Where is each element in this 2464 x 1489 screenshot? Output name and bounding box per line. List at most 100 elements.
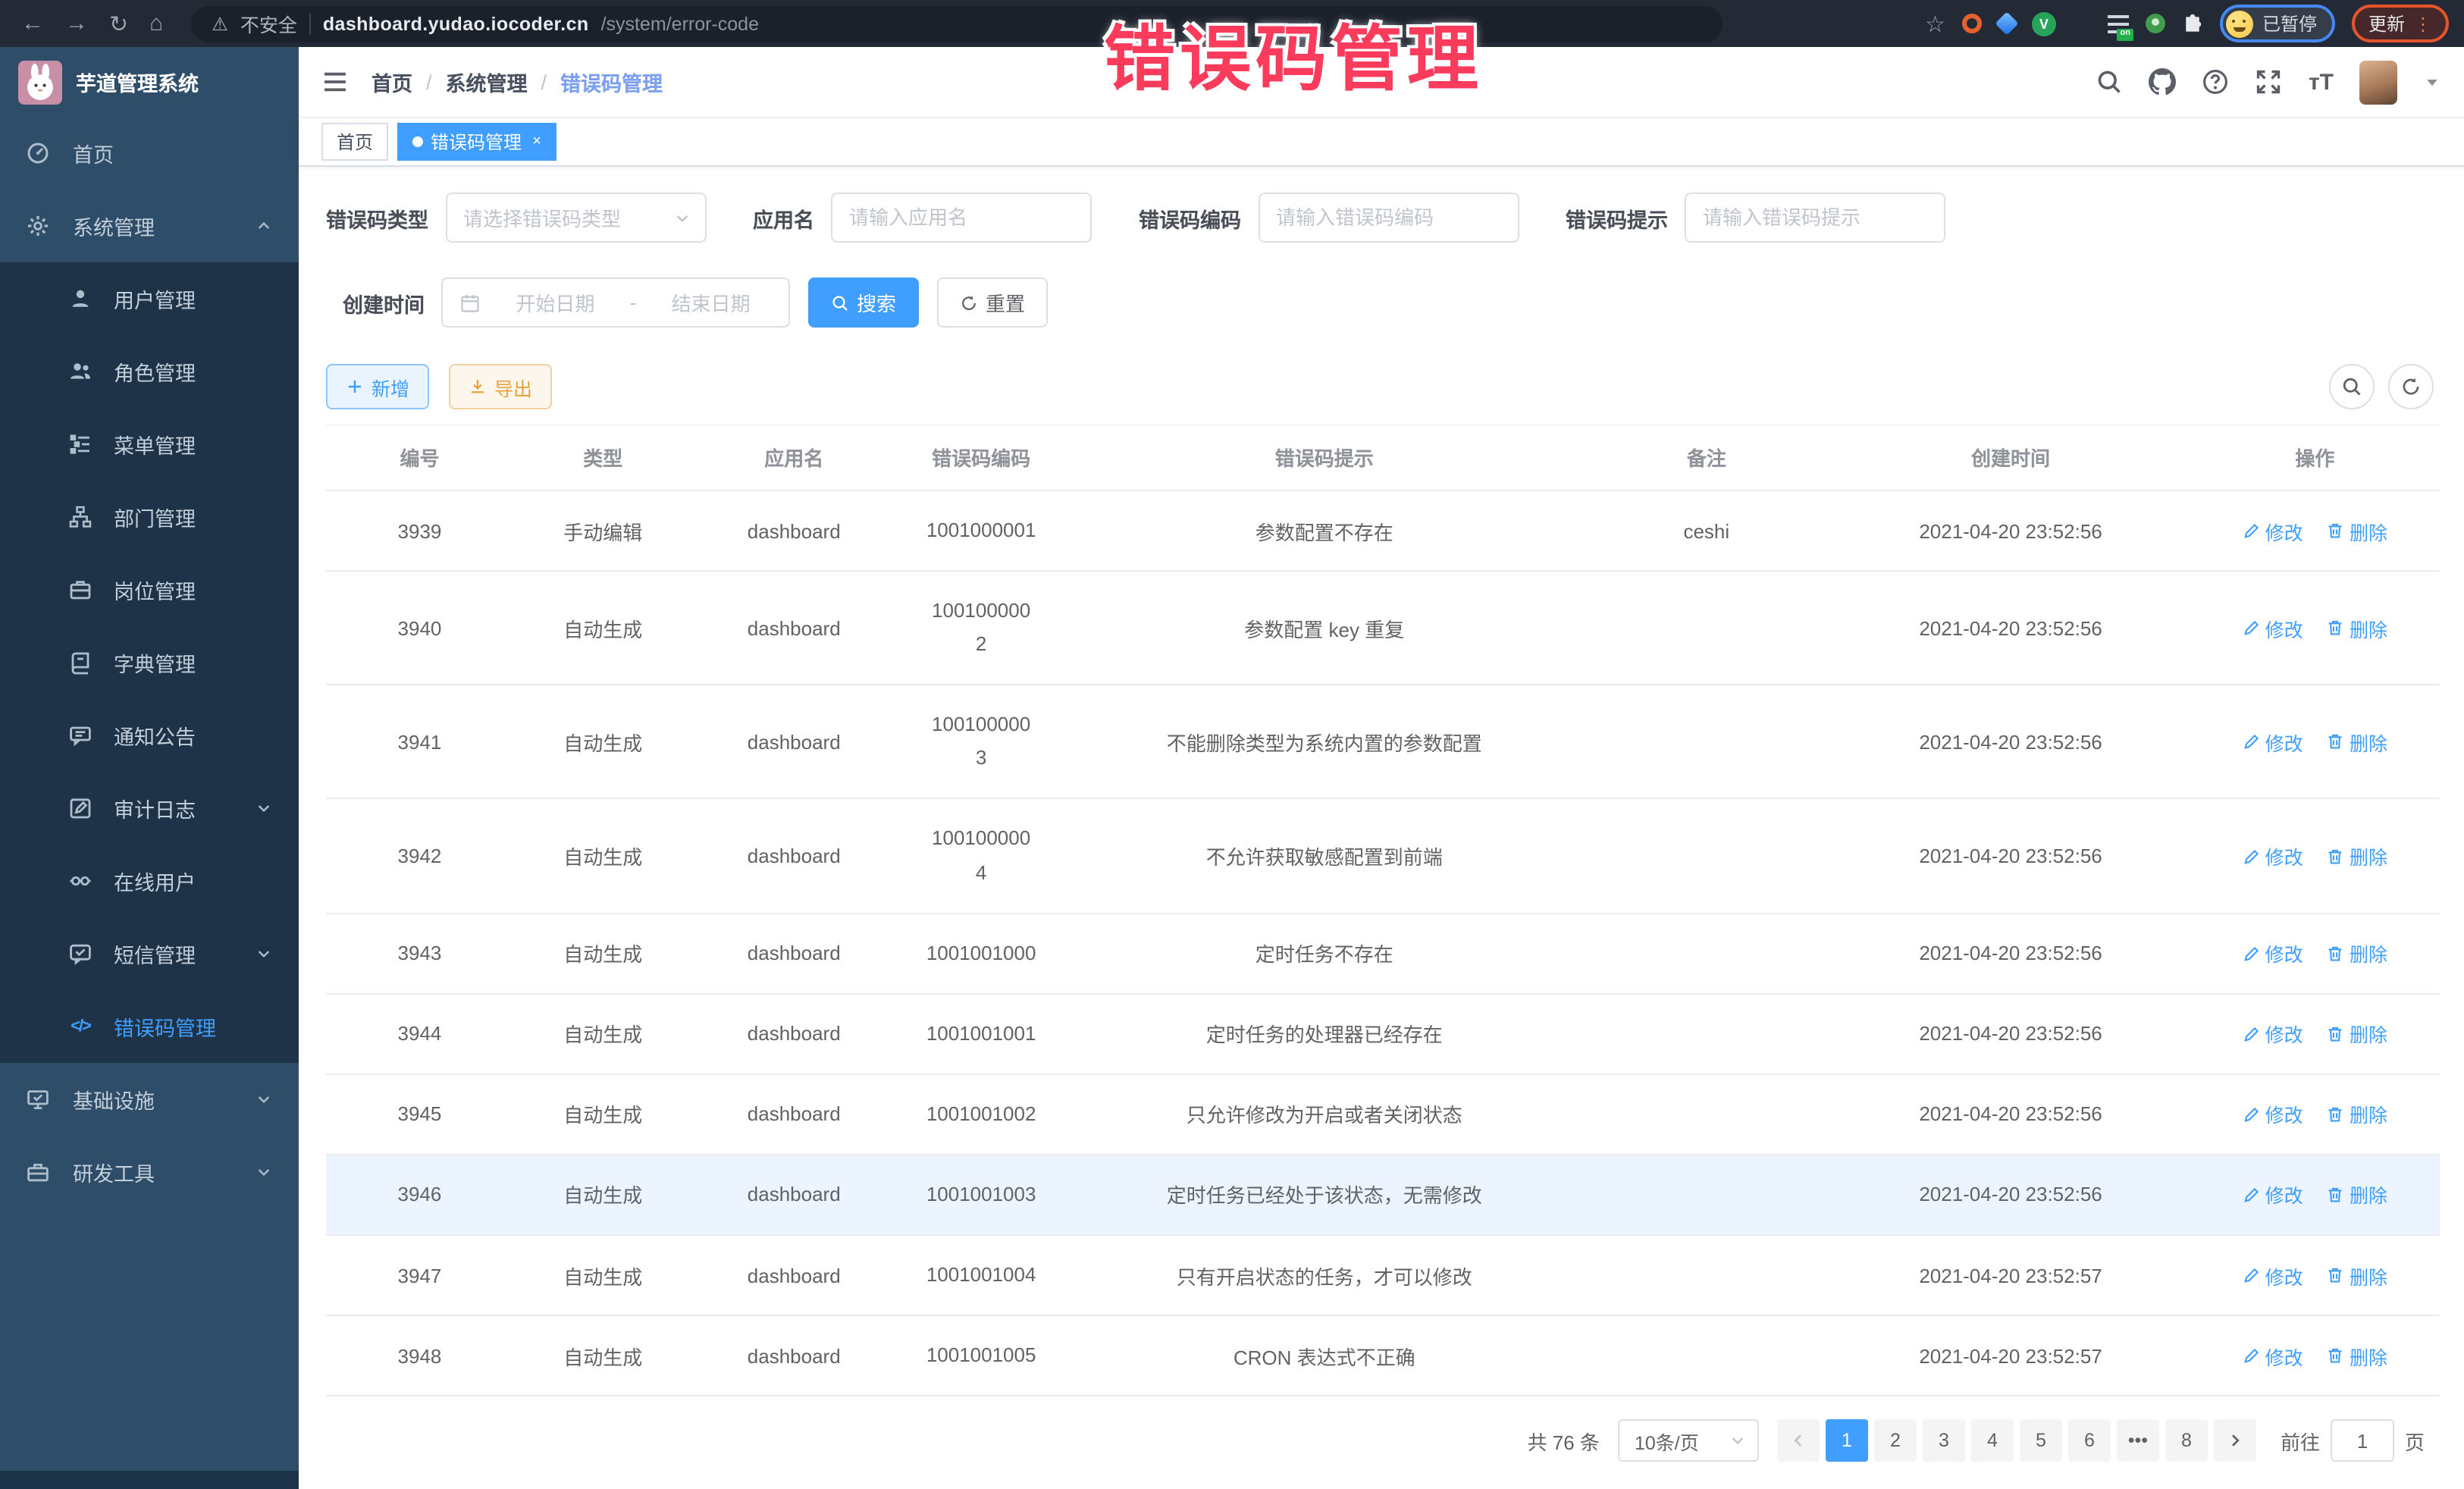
extension-list-on-icon[interactable]: on	[2108, 13, 2129, 34]
user-avatar[interactable]	[2359, 60, 2397, 104]
page-button-5[interactable]: 5	[2020, 1419, 2062, 1462]
table-row[interactable]: 3943 自动生成 dashboard 1001001000 定时任务不存在 2…	[326, 913, 2440, 993]
profile-paused-chip[interactable]: 已暂停	[2220, 5, 2335, 42]
extension-grid-icon[interactable]	[2073, 14, 2091, 33]
edit-link[interactable]: 修改	[2243, 728, 2303, 757]
error-code-input[interactable]	[1258, 193, 1519, 243]
table-row-hovered[interactable]: 3946 自动生成 dashboard 1001001003 定时任务已经处于该…	[326, 1155, 2440, 1235]
page-button-4[interactable]: 4	[1971, 1419, 2014, 1462]
sidebar-item-audit-log[interactable]: 审计日志	[0, 772, 299, 845]
sidebar-item-sms-management[interactable]: 短信管理	[0, 917, 299, 990]
sidebar-item-home[interactable]: 首页	[0, 117, 299, 190]
edit-link[interactable]: 修改	[2243, 1180, 2303, 1209]
edit-link[interactable]: 修改	[2243, 1261, 2303, 1290]
fullscreen-icon[interactable]	[2256, 68, 2283, 96]
edit-link[interactable]: 修改	[2243, 842, 2303, 870]
add-button[interactable]: 新增	[326, 364, 429, 409]
page-button-1[interactable]: 1	[1826, 1419, 1868, 1462]
extension-green-person-icon[interactable]	[2146, 14, 2165, 33]
page-button-3[interactable]: 3	[1923, 1419, 1965, 1462]
tab-home[interactable]: 首页	[321, 123, 388, 161]
more-pages-button[interactable]: •••	[2117, 1419, 2159, 1462]
reset-button[interactable]: 重置	[937, 277, 1048, 328]
delete-link[interactable]: 删除	[2327, 1261, 2387, 1290]
sidebar-item-system-management[interactable]: 系统管理	[0, 190, 299, 262]
delete-link[interactable]: 删除	[2327, 728, 2387, 757]
toggle-search-button[interactable]	[2329, 364, 2375, 409]
sidebar-item-notice[interactable]: 通知公告	[0, 699, 299, 772]
edit-link[interactable]: 修改	[2243, 1100, 2303, 1129]
help-icon[interactable]	[2202, 68, 2230, 96]
close-tab-icon[interactable]: ×	[532, 133, 541, 150]
table-row[interactable]: 3948 自动生成 dashboard 1001001005 CRON 表达式不…	[326, 1315, 2440, 1396]
next-page-button[interactable]	[2214, 1419, 2256, 1462]
delete-link[interactable]: 删除	[2327, 1020, 2387, 1049]
delete-link[interactable]: 删除	[2327, 1100, 2387, 1129]
page-size-select[interactable]: 10条/页	[1618, 1419, 1759, 1462]
extension-orange-ring-icon[interactable]	[1962, 14, 1982, 33]
edit-link[interactable]: 修改	[2243, 1341, 2303, 1370]
search-button[interactable]: 搜索	[808, 277, 919, 328]
sidebar-item-user-management[interactable]: 用户管理	[0, 262, 299, 335]
date-range-picker[interactable]: 开始日期 - 结束日期	[441, 277, 790, 328]
tab-error-code-management[interactable]: 错误码管理 ×	[397, 123, 556, 161]
reload-icon[interactable]: ↻	[109, 10, 128, 37]
app-logo-row[interactable]: 芋道管理系统	[0, 47, 299, 117]
table-row[interactable]: 3944 自动生成 dashboard 1001001001 定时任务的处理器已…	[326, 994, 2440, 1074]
browser-url-bar[interactable]: ⚠ 不安全 dashboard.yudao.iocoder.cn /system…	[190, 5, 1722, 42]
extensions-puzzle-icon[interactable]	[2182, 13, 2203, 34]
sidebar-item-post-management[interactable]: 岗位管理	[0, 553, 299, 626]
refresh-table-button[interactable]	[2388, 364, 2434, 409]
sidebar-item-online-users[interactable]: 在线用户	[0, 845, 299, 917]
table-row[interactable]: 3947 自动生成 dashboard 1001001004 只有开启状态的任务…	[326, 1235, 2440, 1315]
delete-link[interactable]: 删除	[2327, 613, 2387, 642]
chevron-up-icon	[255, 217, 273, 235]
sidebar-item-dict-management[interactable]: 字典管理	[0, 626, 299, 699]
edit-link[interactable]: 修改	[2243, 516, 2303, 545]
forward-icon[interactable]: →	[65, 11, 88, 36]
delete-link[interactable]: 删除	[2327, 516, 2387, 545]
app-name-input[interactable]	[831, 193, 1092, 243]
browser-menu-dots-icon[interactable]: ⋮	[2414, 13, 2432, 34]
breadcrumb-home[interactable]: 首页	[371, 67, 412, 97]
github-icon[interactable]	[2149, 68, 2177, 96]
edit-link[interactable]: 修改	[2243, 939, 2303, 967]
export-button[interactable]: 导出	[449, 364, 552, 409]
breadcrumb-system[interactable]: 系统管理	[446, 67, 528, 97]
sidebar-item-menu-management[interactable]: 菜单管理	[0, 408, 299, 481]
extension-green-circle-icon[interactable]: V	[2032, 11, 2056, 36]
sidebar-item-infrastructure[interactable]: 基础设施	[0, 1063, 299, 1136]
delete-link[interactable]: 删除	[2327, 939, 2387, 967]
edit-link[interactable]: 修改	[2243, 1020, 2303, 1049]
table-row[interactable]: 3941 自动生成 dashboard 100100000 3 不能删除类型为系…	[326, 685, 2440, 799]
table-row[interactable]: 3939 手动编辑 dashboard 1001000001 参数配置不存在 c…	[326, 491, 2440, 571]
page-button-6[interactable]: 6	[2068, 1419, 2111, 1462]
delete-link[interactable]: 删除	[2327, 1180, 2387, 1209]
prev-page-button[interactable]	[1777, 1419, 1820, 1462]
table-row[interactable]: 3945 自动生成 dashboard 1001001002 只允许修改为开启或…	[326, 1074, 2440, 1155]
chrome-update-chip[interactable]: 更新 ⋮	[2352, 5, 2449, 42]
extension-blue-gem-icon[interactable]	[1998, 15, 2015, 32]
search-icon[interactable]	[2096, 68, 2124, 96]
sidebar-item-dept-management[interactable]: 部门管理	[0, 481, 299, 553]
bookmark-star-icon[interactable]: ☆	[1925, 10, 1945, 37]
sidebar-item-dev-tools[interactable]: 研发工具	[0, 1136, 299, 1208]
collapse-sidebar-icon[interactable]	[321, 68, 349, 96]
back-icon[interactable]: ←	[21, 11, 44, 36]
table-row[interactable]: 3942 自动生成 dashboard 100100000 4 不允许获取敏感配…	[326, 799, 2440, 913]
sidebar-item-error-code-management[interactable]: </> 错误码管理	[0, 990, 299, 1063]
sidebar-item-role-management[interactable]: 角色管理	[0, 335, 299, 408]
delete-link[interactable]: 删除	[2327, 1341, 2387, 1370]
home-icon[interactable]: ⌂	[149, 11, 163, 36]
edit-link[interactable]: 修改	[2243, 613, 2303, 642]
cell-msg: 参数配置不存在	[1067, 491, 1582, 571]
font-size-icon[interactable]: ᴛT	[2309, 69, 2334, 95]
page-button-2[interactable]: 2	[1874, 1419, 1917, 1462]
goto-page-input[interactable]	[2331, 1419, 2394, 1462]
error-msg-input[interactable]	[1685, 193, 1945, 243]
delete-link[interactable]: 删除	[2327, 842, 2387, 870]
page-button-8[interactable]: 8	[2165, 1419, 2208, 1462]
table-row[interactable]: 3940 自动生成 dashboard 100100000 2 参数配置 key…	[326, 571, 2440, 685]
error-type-select[interactable]: 请选择错误码类型	[445, 193, 706, 243]
caret-down-icon[interactable]	[2423, 73, 2441, 91]
